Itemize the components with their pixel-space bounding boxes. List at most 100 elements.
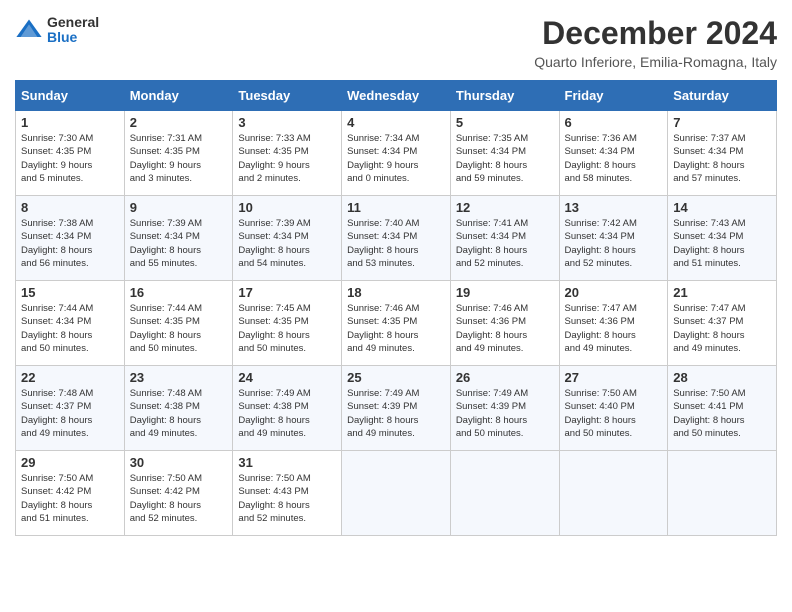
day-info: Sunrise: 7:38 AM Sunset: 4:34 PM Dayligh… [21,217,119,270]
day-info: Sunrise: 7:46 AM Sunset: 4:36 PM Dayligh… [456,302,554,355]
calendar-day: 23 Sunrise: 7:48 AM Sunset: 4:38 PM Dayli… [124,366,233,451]
calendar-day: 8Sunrise: 7:38 AM Sunset: 4:34 PM Daylig… [16,196,125,281]
calendar-week-1: 1 Sunrise: 7:30 AM Sunset: 4:35 PM Daylig… [16,111,777,196]
calendar-day: 9 Sunrise: 7:39 AM Sunset: 4:34 PM Daylig… [124,196,233,281]
calendar-day: 12 Sunrise: 7:41 AM Sunset: 4:34 PM Dayli… [450,196,559,281]
day-info: Sunrise: 7:39 AM Sunset: 4:34 PM Dayligh… [130,217,228,270]
day-info: Sunrise: 7:50 AM Sunset: 4:42 PM Dayligh… [21,472,119,525]
day-number: 18 [347,285,445,300]
day-info: Sunrise: 7:48 AM Sunset: 4:38 PM Dayligh… [130,387,228,440]
col-monday: Monday [124,81,233,111]
day-info: Sunrise: 7:31 AM Sunset: 4:35 PM Dayligh… [130,132,228,185]
calendar-day: 13Sunrise: 7:42 AM Sunset: 4:34 PM Dayli… [559,196,668,281]
calendar-day: 5 Sunrise: 7:35 AM Sunset: 4:34 PM Daylig… [450,111,559,196]
calendar-week-2: 8Sunrise: 7:38 AM Sunset: 4:34 PM Daylig… [16,196,777,281]
day-number: 30 [130,455,228,470]
day-number: 24 [238,370,336,385]
day-number: 17 [238,285,336,300]
calendar-day: 3 Sunrise: 7:33 AM Sunset: 4:35 PM Daylig… [233,111,342,196]
calendar-day [450,451,559,536]
calendar-day: 11 Sunrise: 7:40 AM Sunset: 4:34 PM Dayli… [342,196,451,281]
logo-general-text: General [47,15,99,30]
day-info: Sunrise: 7:50 AM Sunset: 4:41 PM Dayligh… [673,387,771,440]
day-info: Sunrise: 7:40 AM Sunset: 4:34 PM Dayligh… [347,217,445,270]
day-number: 31 [238,455,336,470]
calendar-day: 31 Sunrise: 7:50 AM Sunset: 4:43 PM Dayli… [233,451,342,536]
day-info: Sunrise: 7:47 AM Sunset: 4:36 PM Dayligh… [565,302,663,355]
day-info: Sunrise: 7:35 AM Sunset: 4:34 PM Dayligh… [456,132,554,185]
calendar-day: 22 Sunrise: 7:48 AM Sunset: 4:37 PM Dayli… [16,366,125,451]
day-number: 11 [347,200,445,215]
day-number: 23 [130,370,228,385]
calendar-day [342,451,451,536]
day-number: 5 [456,115,554,130]
logo-icon [15,16,43,44]
title-area: December 2024 Quarto Inferiore, Emilia-R… [534,15,777,70]
col-saturday: Saturday [668,81,777,111]
day-number: 1 [21,115,119,130]
month-title: December 2024 [534,15,777,52]
location: Quarto Inferiore, Emilia-Romagna, Italy [534,54,777,70]
day-info: Sunrise: 7:50 AM Sunset: 4:42 PM Dayligh… [130,472,228,525]
day-number: 12 [456,200,554,215]
logo-text: General Blue [47,15,99,46]
calendar: Sunday Monday Tuesday Wednesday Thursday… [15,80,777,536]
calendar-day: 21 Sunrise: 7:47 AM Sunset: 4:37 PM Dayli… [668,281,777,366]
day-number: 14 [673,200,771,215]
day-info: Sunrise: 7:49 AM Sunset: 4:38 PM Dayligh… [238,387,336,440]
day-info: Sunrise: 7:37 AM Sunset: 4:34 PM Dayligh… [673,132,771,185]
col-friday: Friday [559,81,668,111]
day-number: 3 [238,115,336,130]
day-info: Sunrise: 7:43 AM Sunset: 4:34 PM Dayligh… [673,217,771,270]
day-number: 6 [565,115,663,130]
day-info: Sunrise: 7:49 AM Sunset: 4:39 PM Dayligh… [456,387,554,440]
calendar-day: 14 Sunrise: 7:43 AM Sunset: 4:34 PM Dayli… [668,196,777,281]
calendar-day: 29 Sunrise: 7:50 AM Sunset: 4:42 PM Dayli… [16,451,125,536]
calendar-header-row: Sunday Monday Tuesday Wednesday Thursday… [16,81,777,111]
calendar-week-3: 15Sunrise: 7:44 AM Sunset: 4:34 PM Dayli… [16,281,777,366]
day-number: 21 [673,285,771,300]
day-info: Sunrise: 7:36 AM Sunset: 4:34 PM Dayligh… [565,132,663,185]
col-sunday: Sunday [16,81,125,111]
calendar-day: 20 Sunrise: 7:47 AM Sunset: 4:36 PM Dayli… [559,281,668,366]
day-number: 22 [21,370,119,385]
calendar-day: 6 Sunrise: 7:36 AM Sunset: 4:34 PM Daylig… [559,111,668,196]
calendar-week-4: 22 Sunrise: 7:48 AM Sunset: 4:37 PM Dayli… [16,366,777,451]
calendar-day: 19 Sunrise: 7:46 AM Sunset: 4:36 PM Dayli… [450,281,559,366]
day-info: Sunrise: 7:45 AM Sunset: 4:35 PM Dayligh… [238,302,336,355]
calendar-day [668,451,777,536]
day-info: Sunrise: 7:50 AM Sunset: 4:40 PM Dayligh… [565,387,663,440]
day-number: 28 [673,370,771,385]
day-number: 9 [130,200,228,215]
day-info: Sunrise: 7:44 AM Sunset: 4:35 PM Dayligh… [130,302,228,355]
calendar-day [559,451,668,536]
day-info: Sunrise: 7:39 AM Sunset: 4:34 PM Dayligh… [238,217,336,270]
calendar-day: 27 Sunrise: 7:50 AM Sunset: 4:40 PM Dayli… [559,366,668,451]
calendar-day: 25Sunrise: 7:49 AM Sunset: 4:39 PM Dayli… [342,366,451,451]
day-number: 19 [456,285,554,300]
calendar-day: 1 Sunrise: 7:30 AM Sunset: 4:35 PM Daylig… [16,111,125,196]
calendar-day: 16Sunrise: 7:44 AM Sunset: 4:35 PM Dayli… [124,281,233,366]
day-info: Sunrise: 7:44 AM Sunset: 4:34 PM Dayligh… [21,302,119,355]
calendar-day: 28 Sunrise: 7:50 AM Sunset: 4:41 PM Dayli… [668,366,777,451]
col-thursday: Thursday [450,81,559,111]
day-number: 29 [21,455,119,470]
day-info: Sunrise: 7:33 AM Sunset: 4:35 PM Dayligh… [238,132,336,185]
calendar-day: 4Sunrise: 7:34 AM Sunset: 4:34 PM Daylig… [342,111,451,196]
day-number: 10 [238,200,336,215]
day-number: 20 [565,285,663,300]
day-info: Sunrise: 7:49 AM Sunset: 4:39 PM Dayligh… [347,387,445,440]
day-number: 4 [347,115,445,130]
calendar-day: 15Sunrise: 7:44 AM Sunset: 4:34 PM Dayli… [16,281,125,366]
day-number: 13 [565,200,663,215]
col-wednesday: Wednesday [342,81,451,111]
day-number: 27 [565,370,663,385]
col-tuesday: Tuesday [233,81,342,111]
day-info: Sunrise: 7:47 AM Sunset: 4:37 PM Dayligh… [673,302,771,355]
day-info: Sunrise: 7:30 AM Sunset: 4:35 PM Dayligh… [21,132,119,185]
day-info: Sunrise: 7:48 AM Sunset: 4:37 PM Dayligh… [21,387,119,440]
logo: General Blue [15,15,99,46]
calendar-day: 26Sunrise: 7:49 AM Sunset: 4:39 PM Dayli… [450,366,559,451]
day-info: Sunrise: 7:41 AM Sunset: 4:34 PM Dayligh… [456,217,554,270]
day-info: Sunrise: 7:50 AM Sunset: 4:43 PM Dayligh… [238,472,336,525]
